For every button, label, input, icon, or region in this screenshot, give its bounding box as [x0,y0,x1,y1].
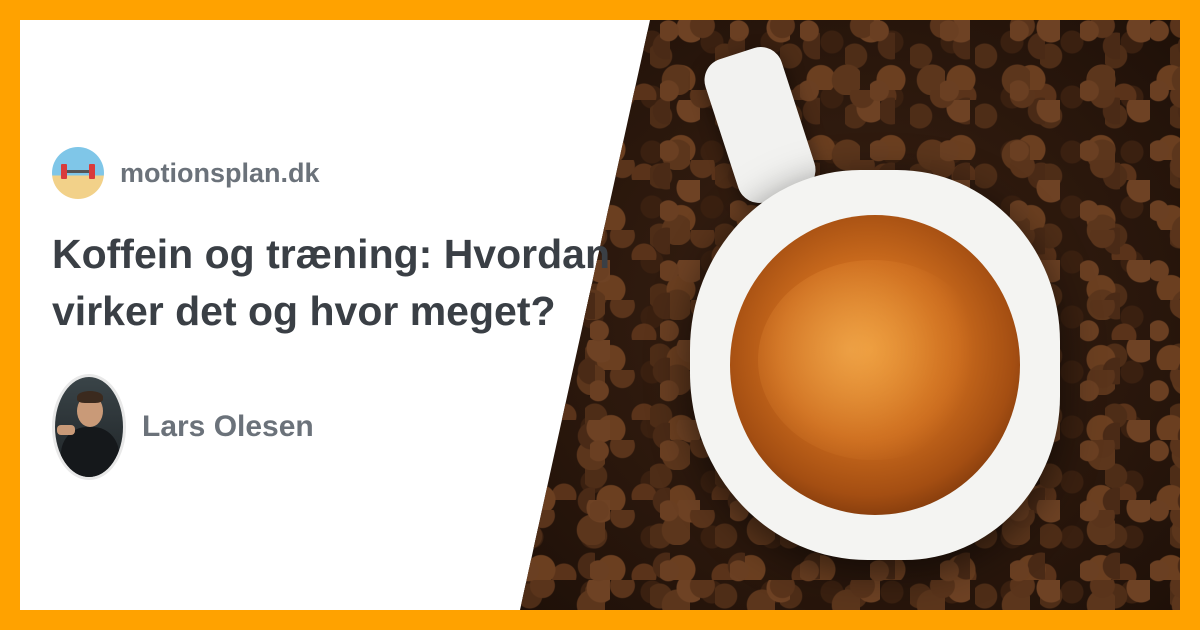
author-byline[interactable]: Lars Olesen [52,374,314,480]
orange-frame: motionsplan.dk Koffein og træning: Hvord… [0,0,1200,630]
article-title: Koffein og træning: Hvordan virker det o… [52,231,611,334]
site-brand[interactable]: motionsplan.dk [52,147,320,199]
coffee-photo [520,20,1180,610]
espresso-crema [758,260,988,460]
dumbbell-beach-logo-icon [52,147,104,199]
author-name[interactable]: Lars Olesen [142,410,314,444]
site-name[interactable]: motionsplan.dk [120,158,320,189]
author-avatar [52,374,126,480]
share-card: motionsplan.dk Koffein og træning: Hvord… [20,20,1180,610]
